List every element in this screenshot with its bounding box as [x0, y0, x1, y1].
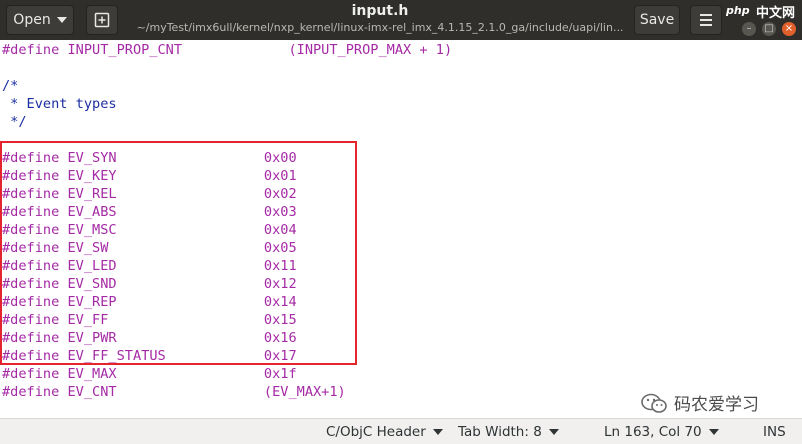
chevron-down-icon	[548, 429, 559, 435]
chevron-down-icon	[432, 429, 443, 435]
language-selector[interactable]: C/ObjC Header	[326, 424, 443, 440]
watermark-text: 码农爱学习	[674, 395, 759, 415]
header-bar: Open input.h ~/myTest/imx6ull/kernel/nxp…	[0, 0, 802, 40]
minimize-icon[interactable]: –	[742, 22, 756, 36]
watermark-php: php	[726, 4, 750, 17]
wechat-icon	[641, 393, 667, 413]
code-line: */	[2, 114, 27, 130]
cursor-position[interactable]: Ln 163, Col 70	[604, 424, 719, 440]
new-document-button[interactable]	[86, 5, 118, 35]
watermark: 码农爱学习	[640, 390, 759, 415]
status-bar: C/ObjC Header Tab Width: 8 Ln 163, Col 7…	[0, 418, 802, 444]
code-line: #define INPUT_PROP_CNT (INPUT_PROP_MAX +…	[2, 42, 453, 58]
code-line: /*	[2, 78, 19, 94]
menu-line	[700, 24, 712, 26]
open-button[interactable]: Open	[6, 5, 74, 35]
cursor-position-label: Ln 163, Col 70	[604, 424, 702, 440]
new-document-icon	[94, 12, 110, 28]
window-title: input.h	[351, 3, 409, 19]
code-line: * Event types	[2, 96, 117, 112]
chevron-down-icon	[56, 17, 67, 23]
highlight-box	[0, 141, 357, 365]
insert-mode: INS	[763, 424, 786, 440]
hamburger-menu-button[interactable]	[690, 5, 722, 35]
menu-line	[700, 19, 712, 21]
language-label: C/ObjC Header	[326, 424, 426, 440]
open-label: Open	[13, 12, 51, 28]
tab-width-label: Tab Width: 8	[458, 424, 542, 440]
tab-width-selector[interactable]: Tab Width: 8	[458, 424, 559, 440]
close-icon[interactable]: ×	[782, 22, 796, 36]
watermark-cn: 中文网	[756, 6, 796, 21]
code-line: #define EV_MAX 0x1f	[2, 366, 297, 382]
chevron-down-icon	[708, 429, 719, 435]
maximize-icon[interactable]: □	[762, 22, 776, 36]
code-line: #define EV_CNT (EV_MAX+1)	[2, 384, 346, 400]
file-path: ~/myTest/imx6ull/kernel/nxp_kernel/linux…	[136, 21, 624, 34]
text-editor[interactable]: #define INPUT_PROP_CNT (INPUT_PROP_MAX +…	[0, 40, 802, 418]
save-button[interactable]: Save	[634, 5, 680, 35]
menu-line	[700, 14, 712, 16]
